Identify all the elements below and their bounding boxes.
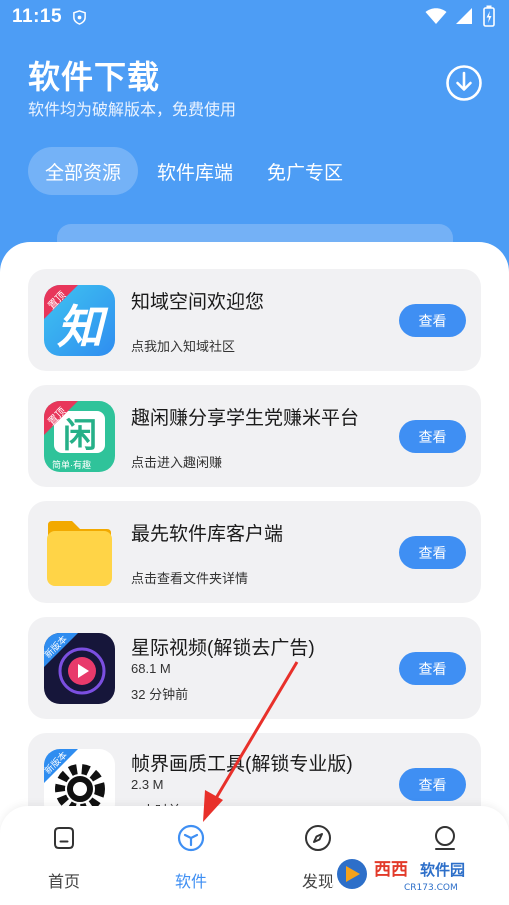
svg-text:软件园: 软件园	[420, 861, 465, 879]
list-item[interactable]: 新版本 星际视频(解锁去广告) 68.1 M 32 分钟前 查看	[28, 617, 481, 719]
list-item[interactable]: 知 置顶 知域空间欢迎您 点我加入知域社区 查看	[28, 269, 481, 371]
status-time: 11:15	[12, 6, 63, 27]
icon-caption: 简单·有趣	[52, 460, 91, 470]
nav-home[interactable]: 首页	[24, 824, 104, 894]
nav-software[interactable]: 软件	[151, 824, 231, 894]
folder-icon	[44, 517, 115, 588]
home-icon	[54, 827, 74, 849]
page-subtitle: 软件均为破解版本，免费使用	[28, 102, 237, 119]
view-button[interactable]: 查看	[399, 420, 466, 453]
shield-icon	[73, 10, 86, 25]
profile-icon	[435, 826, 455, 850]
file-size: 68.1 M	[131, 661, 171, 676]
signal-icon	[456, 8, 472, 24]
card-title: 星际视频(解锁去广告)	[131, 638, 315, 659]
svg-text:西西: 西西	[374, 860, 408, 880]
status-bar: 11:15	[0, 0, 509, 34]
cube-icon	[177, 824, 205, 852]
card-title: 最先软件库客户端	[131, 524, 284, 545]
nav-software-label: 软件	[174, 874, 207, 891]
list-item[interactable]: 闲 置顶 简单·有趣 趣闲赚分享学生党赚米平台 点击进入趣闲赚 查看	[28, 385, 481, 487]
card-description: 点击查看文件夹详情	[131, 571, 249, 586]
svg-text:知: 知	[57, 300, 109, 354]
category-tabs: 全部资源 软件库端 免广专区	[28, 146, 360, 196]
card-title: 帧界画质工具(解锁专业版)	[131, 754, 353, 775]
svg-text:闲: 闲	[63, 416, 97, 456]
page-title: 软件下载	[28, 59, 161, 95]
nav-home-label: 首页	[47, 874, 80, 891]
card-title: 知域空间欢迎您	[131, 292, 265, 313]
compass-icon	[305, 825, 331, 851]
card-description: 点击进入趣闲赚	[131, 455, 223, 470]
file-size: 2.3 M	[131, 777, 164, 792]
list-item[interactable]: 最先软件库客户端 点击查看文件夹详情 查看	[28, 501, 481, 603]
tab-all-resources[interactable]: 全部资源	[28, 147, 139, 195]
view-button[interactable]: 查看	[399, 652, 466, 685]
wifi-icon	[425, 8, 447, 24]
svg-text:CR173.COM: CR173.COM	[404, 883, 458, 893]
cr173-watermark-logo: 西西 软件园 CR173.COM	[332, 853, 492, 895]
view-button[interactable]: 查看	[399, 536, 466, 569]
tab-software-library[interactable]: 软件库端	[140, 147, 250, 195]
battery-charging-icon	[483, 5, 495, 27]
card-title: 趣闲赚分享学生党赚米平台	[131, 408, 360, 429]
view-button[interactable]: 查看	[399, 304, 466, 337]
card-description: 点我加入知域社区	[131, 339, 236, 354]
tab-ad-free[interactable]: 免广专区	[250, 147, 360, 195]
download-icon[interactable]	[445, 64, 483, 102]
view-button[interactable]: 查看	[399, 768, 466, 801]
updated-time: 32 分钟前	[131, 687, 189, 702]
